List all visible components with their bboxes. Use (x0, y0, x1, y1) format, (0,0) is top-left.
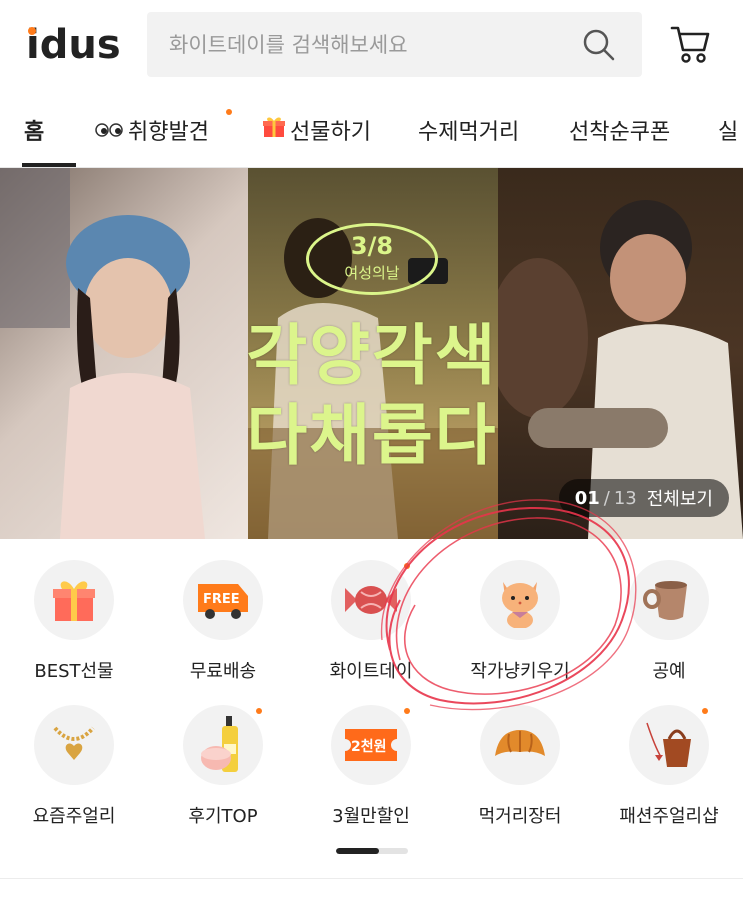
shortcut-category-grid: BEST선물 FREE 무료배송 화이트데이 작가냥키우기 공예 요즘주얼리 후… (0, 539, 743, 879)
section-divider (0, 878, 743, 879)
category-label: 요즘주얼리 (32, 806, 116, 827)
free-truck-icon: FREE (183, 560, 263, 640)
category-food-market[interactable]: 먹거리장터 (446, 684, 594, 827)
tab-label: 홈 (24, 120, 45, 145)
category-free-shipping[interactable]: FREE 무료배송 (149, 539, 297, 682)
womens-day-badge: 3/8 여성의날 (306, 223, 438, 295)
category-label: 공예 (652, 661, 686, 682)
tab-label: 선물하기 (290, 120, 371, 145)
cart-icon[interactable] (670, 24, 710, 66)
category-label: 먹거리장터 (478, 806, 562, 827)
tab-label: 수제먹거리 (418, 120, 520, 145)
category-label: BEST선물 (34, 661, 114, 682)
candy-icon (331, 560, 411, 640)
tab-home[interactable]: 홈 (24, 92, 45, 167)
active-tab-indicator (22, 163, 76, 167)
free-badge-text: FREE (203, 592, 240, 607)
banner-counter-separator: / (603, 487, 610, 509)
tab-homemade-food[interactable]: 수제먹거리 (418, 92, 520, 167)
banner-view-all-button[interactable]: 01 / 13 전체보기 (558, 479, 729, 517)
badge-text: 여성의날 (344, 264, 400, 282)
coupon-badge-text: 2천원 (351, 739, 387, 755)
page-indicator-fill (336, 848, 380, 854)
cosmetics-icon (183, 705, 263, 785)
banner-headline: 각양각색 다채롭다 (222, 316, 522, 476)
category-label: 3월만할인 (332, 806, 410, 827)
search-input[interactable] (169, 12, 569, 77)
tab-partial[interactable]: 실 (718, 92, 739, 167)
category-review-top[interactable]: 후기TOP (149, 684, 297, 827)
coupon-icon: 2천원 (331, 705, 411, 785)
idus-logo[interactable]: idus (26, 22, 128, 66)
banner-photo-left (0, 168, 248, 539)
tab-label: 실 (718, 120, 739, 145)
banner-current-index: 01 (574, 487, 600, 509)
new-dot (226, 109, 232, 115)
category-label: 화이트데이 (329, 661, 413, 682)
new-dot (256, 708, 262, 714)
category-label: 무료배송 (189, 661, 257, 682)
badge-date: 3/8 (350, 232, 394, 260)
category-label: 패션주얼리샵 (619, 806, 719, 827)
category-crafts[interactable]: 공예 (595, 539, 743, 682)
category-white-day[interactable]: 화이트데이 (297, 539, 445, 682)
banner-total-count: 13 (613, 487, 637, 509)
category-label: 후기TOP (188, 806, 258, 827)
category-trendy-jewelry[interactable]: 요즘주얼리 (0, 684, 148, 827)
tab-taste-discovery[interactable]: 취향발견 (94, 92, 209, 167)
search-bar[interactable] (147, 12, 642, 77)
app-header: idus (0, 0, 743, 92)
tab-gift[interactable]: 선물하기 (262, 92, 371, 167)
logo-text: idus (26, 22, 121, 66)
gift-box-icon (34, 560, 114, 640)
handbag-icon (629, 705, 709, 785)
new-dot (702, 708, 708, 714)
category-best-gift[interactable]: BEST선물 (0, 539, 148, 682)
tab-label: 선착순쿠폰 (569, 120, 671, 145)
category-label: 작가냥키우기 (470, 661, 570, 682)
category-fashion-jewelry-shop[interactable]: 패션주얼리샵 (595, 684, 743, 827)
grid-page-indicator (336, 848, 408, 854)
croissant-icon (480, 705, 560, 785)
gift-icon (262, 115, 286, 145)
tab-label: 취향발견 (128, 120, 209, 145)
banner-headline-line2: 다채롭다 (246, 397, 498, 474)
hero-banner[interactable]: 3/8 여성의날 각양각색 다채롭다 01 / 13 전체보기 (0, 168, 743, 539)
category-march-discount[interactable]: 2천원 3월만할인 (297, 684, 445, 827)
pottery-cup-icon (629, 560, 709, 640)
tab-first-come-coupon[interactable]: 선착순쿠폰 (569, 92, 671, 167)
search-icon[interactable] (582, 28, 616, 62)
banner-headline-line1: 각양각색 (246, 317, 498, 394)
category-tab-bar: 홈 취향발견 선물하기 수제먹거리 선착순쿠폰 실 (0, 92, 743, 168)
new-dot (404, 563, 410, 569)
eyes-icon (94, 118, 124, 143)
view-all-label: 전체보기 (646, 489, 713, 510)
necklace-icon (34, 705, 114, 785)
new-dot (404, 708, 410, 714)
category-grow-artist-cat[interactable]: 작가냥키우기 (446, 539, 594, 682)
cat-icon (480, 560, 560, 640)
